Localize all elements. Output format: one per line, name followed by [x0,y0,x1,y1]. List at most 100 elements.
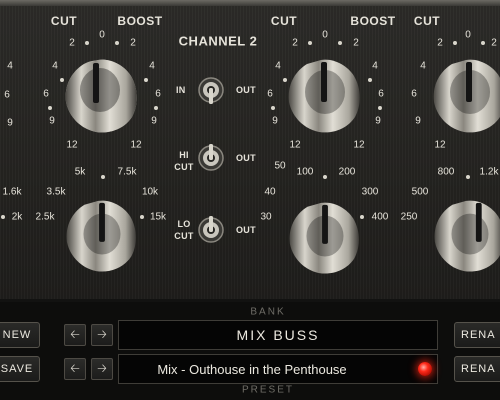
ch3-freq-knob[interactable] [431,197,500,275]
ch3-freq-tick: 250 [400,211,418,223]
ch2-gain-tick: 2 [292,37,298,49]
tick-dot [323,175,327,179]
ch2-gain-tick: 2 [353,37,359,49]
ch1-gain-tick: 4 [149,60,155,72]
ch2-freq-tick: 30 [260,211,272,223]
ch2-gain-tick: 12 [289,139,301,151]
status-led [418,362,432,376]
ch2-cut-label: CUT [270,14,298,28]
ch3-freq-tick: 800 [437,166,455,178]
ch3-freq-tick: 500 [411,186,429,198]
tick-dot [453,41,457,45]
ch1-gain-tick: 2 [130,37,136,49]
tick-dot [271,106,275,110]
ch3-gain-tick: 2 [437,37,443,49]
ch2-freq-tick: 100 [296,166,314,178]
ch3-freq-tick: 1.2k [479,166,499,178]
ch2-gain-tick: 12 [353,139,365,151]
hicut-out-label: OUT [236,153,256,163]
knob-body [66,200,136,272]
hicut-label-2: CUT [174,162,194,172]
tick-dot [115,41,119,45]
bank-name: MIX BUSS [236,327,320,343]
ch2-freq-knob[interactable] [286,199,364,277]
ch1-gain-tick: 6 [43,88,49,100]
knob-body [434,200,500,272]
locut-toggle[interactable] [197,216,225,244]
ch3-gain-tick: 12 [434,139,446,151]
save-preset-button[interactable]: SAVE [0,356,40,382]
rename-preset-label: RENA [461,363,496,375]
tick-dot [85,41,89,45]
rename-bank-button[interactable]: RENA [454,322,500,348]
ch1-freq-tick: 5k [74,166,86,178]
ch1-gain-tick: 0 [99,29,105,41]
preset-next-button[interactable]: 🡢 [91,358,113,380]
rename-bank-label: RENA [461,329,496,341]
ch2-gain-knob[interactable] [285,56,365,136]
ch2-freq-tick: 300 [361,186,379,198]
in-out-toggle[interactable] [197,76,225,104]
locut-label-1: LO [177,219,191,229]
right-arrow-icon: 🡢 [97,360,107,375]
ch3-gain-tick: 0 [465,29,471,41]
preset-prev-button[interactable]: 🡠 [64,358,86,380]
ch0-tick: 9 [7,117,13,129]
new-bank-button[interactable]: NEW [0,322,40,348]
ch1-gain-tick: 9 [49,115,55,127]
ch1-freq-tick: 3.5k [46,186,66,198]
ch2-gain-tick: 6 [267,88,273,100]
bank-next-button[interactable]: 🡢 [91,324,113,346]
preset-display[interactable]: Mix - Outhouse in the Penthouse [118,354,438,384]
channel-title: CHANNEL 2 [178,33,258,49]
ch1-gain-tick: 12 [130,139,142,151]
knob-body [65,59,137,133]
left-arrow-icon: 🡠 [70,360,80,375]
ch3-gain-tick: 2 [491,37,497,49]
new-bank-label: NEW [2,329,32,341]
locut-out-label: OUT [236,225,256,235]
ch1-gain-knob[interactable] [62,56,142,136]
rename-preset-button[interactable]: RENA [454,356,500,382]
ch1-gain-tick: 2 [69,37,75,49]
ch2-freq-tick: 200 [338,166,356,178]
bank-prev-button[interactable]: 🡠 [64,324,86,346]
in-out-label: OUT [236,85,256,95]
knob-body [289,202,359,274]
tick-dot [1,215,5,219]
left-arrow-icon: 🡠 [70,326,80,341]
ch3-gain-tick: 6 [411,88,417,100]
ch1-freq-tick: 15k [149,211,167,223]
hicut-toggle[interactable] [197,144,225,172]
ch1-freq-tick: 2k [11,211,23,223]
ch3-gain-knob[interactable] [430,56,500,136]
ch1-boost-label: BOOST [117,14,163,28]
ch1-gain-tick: 9 [151,115,157,127]
bank-display[interactable]: MIX BUSS [118,320,438,350]
bank-caption: BANK [250,306,286,318]
ch1-gain-tick: 6 [155,88,161,100]
tick-dot [308,41,312,45]
ch2-gain-tick: 4 [275,60,281,72]
ch1-freq-tick: 7.5k [117,166,137,178]
tick-dot [154,106,158,110]
tick-dot [144,78,148,82]
ch1-freq-knob[interactable] [63,197,141,275]
in-label: IN [176,85,186,95]
ch2-freq-tick: 400 [371,211,389,223]
tick-dot [481,41,485,45]
ch1-gain-tick: 4 [52,60,58,72]
preset-name: Mix - Outhouse in the Penthouse [157,361,347,377]
ch2-gain-tick: 9 [272,115,278,127]
ch3-gain-tick: 4 [420,60,426,72]
ch2-gain-tick: 9 [375,115,381,127]
right-arrow-icon: 🡢 [97,326,107,341]
locut-label-2: CUT [174,231,194,241]
save-preset-label: SAVE [0,363,34,375]
ch1-cut-label: CUT [50,14,78,28]
tick-dot [378,106,382,110]
ch2-freq-tick: 50 [274,160,286,172]
ch1-freq-tick: 10k [141,186,159,198]
preset-caption: PRESET [241,384,295,396]
ch0-tick: 4 [7,60,13,72]
